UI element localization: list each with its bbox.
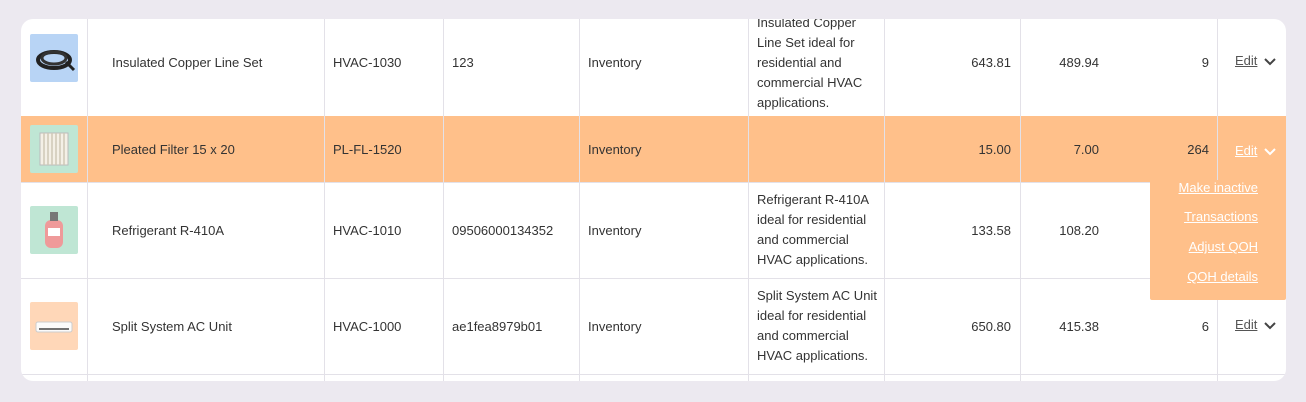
product-name: Pleated Filter 15 x 20 [112, 141, 235, 157]
copper-coil-icon [30, 34, 78, 82]
cost: 489.94 [1059, 55, 1099, 70]
description: Refrigerant R-410A ideal for residential… [757, 192, 869, 267]
edit-link[interactable]: Edit [1235, 143, 1257, 158]
chevron-down-icon[interactable] [1263, 318, 1277, 332]
price: 15.00 [978, 141, 1011, 157]
table-row[interactable]: Refrigerant R-410A HVAC-1010 09506000134… [21, 182, 1286, 279]
product-name: Split System AC Unit [112, 318, 232, 334]
item-type: Inventory [588, 141, 642, 157]
description: Split System AC Unit ideal for residenti… [757, 288, 877, 363]
menu-item-qoh-details[interactable]: QOH details [1187, 269, 1258, 284]
edit-link[interactable]: Edit [1235, 317, 1257, 332]
sku: HVAC-1000 [333, 318, 402, 334]
item-type: Inventory [588, 222, 642, 238]
row-actions-menu: Make inactive Transactions Adjust QOH QO… [1150, 180, 1286, 300]
barcode: 09506000134352 [452, 222, 554, 238]
price: 643.81 [971, 55, 1011, 70]
qoh: 264 [1187, 141, 1209, 157]
item-type: Inventory [588, 318, 642, 334]
cost: 415.38 [1059, 318, 1099, 334]
pleated-filter-icon [30, 125, 78, 173]
table-row[interactable]: Pleated Filter 15 x 20 PL-FL-1520 Invent… [21, 116, 1286, 183]
ac-unit-icon [30, 302, 78, 350]
chevron-down-icon[interactable] [1263, 144, 1277, 158]
sku: HVAC-1010 [333, 222, 402, 238]
description: Insulated Copper Line Set ideal for resi… [757, 19, 863, 110]
chevron-down-icon[interactable] [1263, 54, 1277, 68]
edit-link[interactable]: Edit [1235, 53, 1257, 68]
barcode: ae1fea8979b01 [452, 318, 543, 334]
inventory-table: Insulated Copper Line Set HVAC-1030 123 … [21, 19, 1286, 381]
barcode: 123 [452, 55, 474, 70]
price: 650.80 [971, 318, 1011, 334]
table-row[interactable]: Split System AC Unit HVAC-1000 ae1fea897… [21, 278, 1286, 375]
menu-item-transactions[interactable]: Transactions [1184, 209, 1258, 224]
sku: PL-FL-1520 [333, 141, 402, 157]
table-row [21, 374, 1286, 381]
cost: 108.20 [1059, 222, 1099, 238]
qoh: 9 [1201, 55, 1209, 70]
refrigerant-tank-icon [30, 206, 78, 254]
menu-item-make-inactive[interactable]: Make inactive [1179, 180, 1258, 195]
product-name: Refrigerant R-410A [112, 222, 224, 238]
item-type: Inventory [588, 55, 642, 70]
barcode [452, 116, 577, 182]
table-row[interactable]: Insulated Copper Line Set HVAC-1030 123 … [21, 19, 1286, 117]
cost: 7.00 [1073, 141, 1099, 157]
price: 133.58 [971, 222, 1011, 238]
menu-item-adjust-qoh[interactable]: Adjust QOH [1189, 239, 1258, 254]
product-name: Insulated Copper Line Set [112, 55, 263, 70]
sku: HVAC-1030 [333, 55, 402, 70]
description [757, 116, 879, 182]
